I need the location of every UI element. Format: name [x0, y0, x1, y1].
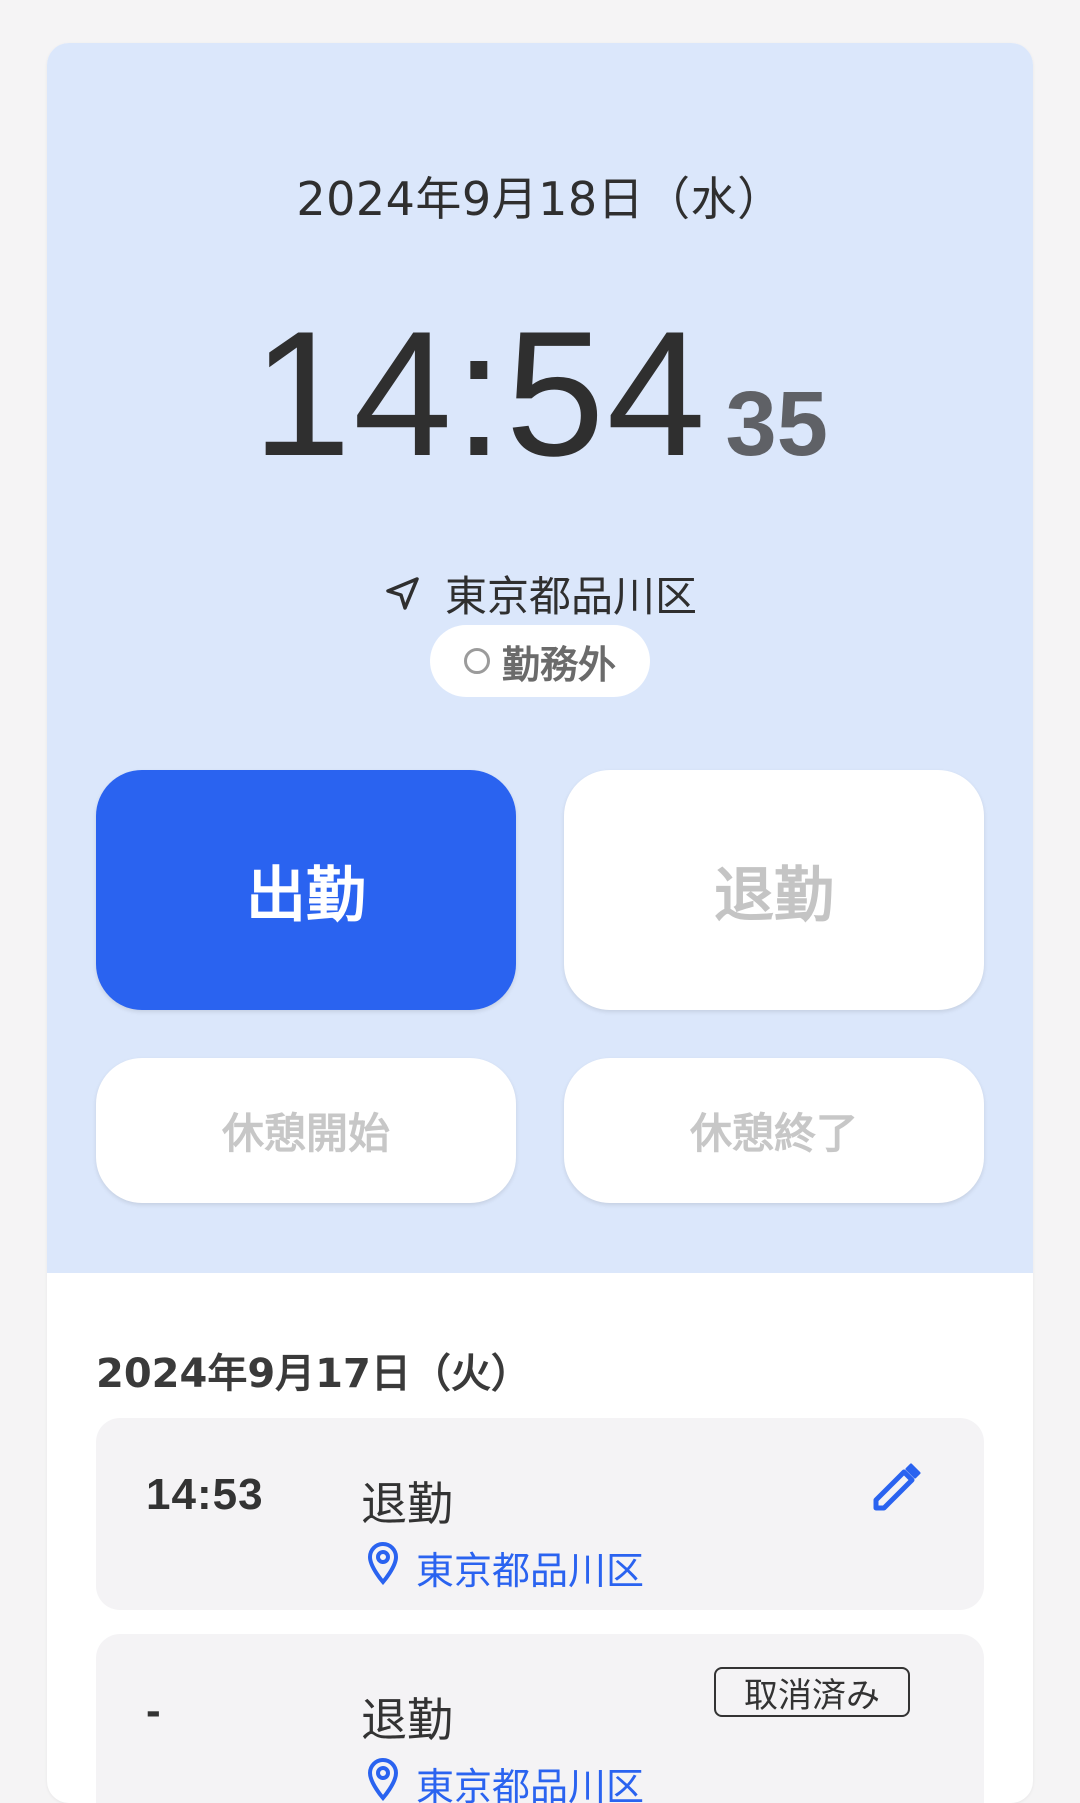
- record-time: -: [146, 1686, 162, 1735]
- map-pin-icon: [366, 1757, 400, 1803]
- current-time: 14:54 35: [47, 305, 1033, 483]
- current-date: 2024年9月18日（水）: [296, 172, 784, 226]
- record-location[interactable]: 東京都品川区: [366, 1756, 644, 1803]
- clock-out-button[interactable]: 退勤: [564, 770, 984, 1010]
- current-location-label: 東京都品川区: [444, 572, 697, 621]
- navigation-arrow-icon: [383, 574, 423, 614]
- record-type: 退勤: [361, 1693, 453, 1747]
- record-location-label: 東京都品川区: [416, 1765, 645, 1803]
- clock-panel: 2024年9月18日（水） 14:54 35 東京都品川区 勤務外 出勤 退勤 休…: [47, 43, 1033, 1273]
- pencil-icon: [866, 1460, 926, 1524]
- record-type: 退勤: [361, 1477, 453, 1531]
- record-location-label: 東京都品川区: [416, 1549, 645, 1593]
- cancelled-badge: 取消済み: [714, 1667, 910, 1717]
- history-record: 14:53 退勤 東京都品川区: [96, 1418, 984, 1610]
- work-status-badge: 勤務外: [430, 625, 650, 697]
- current-time-seconds: 35: [725, 373, 828, 475]
- break-end-button[interactable]: 休憩終了: [564, 1058, 984, 1203]
- work-status-label: 勤務外: [501, 642, 616, 687]
- record-time: 14:53: [146, 1470, 264, 1519]
- record-location[interactable]: 東京都品川区: [366, 1540, 644, 1595]
- history-date: 2024年9月17日（火）: [96, 1351, 531, 1397]
- status-circle-icon: [463, 648, 490, 674]
- current-location: 東京都品川区: [47, 563, 1033, 624]
- timecard: 2024年9月18日（水） 14:54 35 東京都品川区 勤務外 出勤 退勤 休…: [47, 43, 1033, 1803]
- break-start-button[interactable]: 休憩開始: [96, 1058, 516, 1203]
- edit-record-button[interactable]: [856, 1452, 936, 1532]
- clock-in-button[interactable]: 出勤: [96, 770, 516, 1010]
- history-record: - 退勤 取消済み 東京都品川区: [96, 1634, 984, 1803]
- map-pin-icon: [366, 1541, 400, 1594]
- current-time-hm: 14:54: [252, 294, 708, 493]
